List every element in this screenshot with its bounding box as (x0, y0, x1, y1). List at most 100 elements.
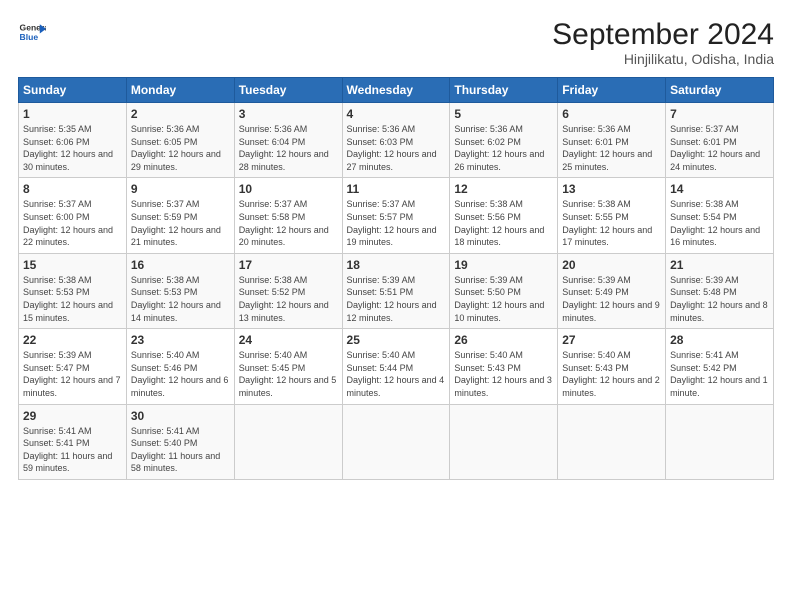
day-info: Sunrise: 5:38 AM Sunset: 5:53 PM Dayligh… (131, 274, 230, 324)
header-row: Sunday Monday Tuesday Wednesday Thursday… (19, 78, 774, 103)
calendar-day-cell: 28 Sunrise: 5:41 AM Sunset: 5:42 PM Dayli… (666, 329, 774, 404)
calendar-day-cell: 27Sunrise: 5:40 AM Sunset: 5:43 PM Dayli… (558, 329, 666, 404)
calendar-day-cell (234, 404, 342, 479)
calendar-week-row: 22Sunrise: 5:39 AM Sunset: 5:47 PM Dayli… (19, 329, 774, 404)
day-info: Sunrise: 5:37 AM Sunset: 6:00 PM Dayligh… (23, 198, 122, 248)
day-number: 29 (23, 409, 122, 423)
col-wednesday: Wednesday (342, 78, 450, 103)
day-info: Sunrise: 5:38 AM Sunset: 5:56 PM Dayligh… (454, 198, 553, 248)
calendar-day-cell: 29 Sunrise: 5:41 AM Sunset: 5:41 PM Dayli… (19, 404, 127, 479)
day-info: Sunrise: 5:36 AM Sunset: 6:01 PM Dayligh… (562, 123, 661, 173)
day-info: Sunrise: 5:41 AM Sunset: 5:40 PM Dayligh… (131, 425, 230, 475)
calendar-week-row: 1 Sunrise: 5:35 AM Sunset: 6:06 PM Daylig… (19, 103, 774, 178)
day-number: 11 (347, 182, 446, 196)
day-info: Sunrise: 5:36 AM Sunset: 6:04 PM Dayligh… (239, 123, 338, 173)
day-number: 23 (131, 333, 230, 347)
day-number: 20 (562, 258, 661, 272)
day-number: 16 (131, 258, 230, 272)
day-number: 10 (239, 182, 338, 196)
day-number: 1 (23, 107, 122, 121)
calendar-day-cell: 6 Sunrise: 5:36 AM Sunset: 6:01 PM Daylig… (558, 103, 666, 178)
calendar-day-cell: 7 Sunrise: 5:37 AM Sunset: 6:01 PM Daylig… (666, 103, 774, 178)
calendar-day-cell: 4Sunrise: 5:36 AM Sunset: 6:03 PM Daylig… (342, 103, 450, 178)
day-info: Sunrise: 5:39 AM Sunset: 5:48 PM Dayligh… (670, 274, 769, 324)
calendar-page: General Blue September 2024 Hinjilikatu,… (0, 0, 792, 490)
col-friday: Friday (558, 78, 666, 103)
day-info: Sunrise: 5:38 AM Sunset: 5:55 PM Dayligh… (562, 198, 661, 248)
day-number: 14 (670, 182, 769, 196)
day-info: Sunrise: 5:41 AM Sunset: 5:41 PM Dayligh… (23, 425, 122, 475)
day-number: 13 (562, 182, 661, 196)
day-info: Sunrise: 5:37 AM Sunset: 6:01 PM Dayligh… (670, 123, 769, 173)
day-number: 21 (670, 258, 769, 272)
col-monday: Monday (126, 78, 234, 103)
day-info: Sunrise: 5:41 AM Sunset: 5:42 PM Dayligh… (670, 349, 769, 399)
day-number: 3 (239, 107, 338, 121)
col-tuesday: Tuesday (234, 78, 342, 103)
title-block: September 2024 Hinjilikatu, Odisha, Indi… (552, 18, 774, 67)
day-number: 9 (131, 182, 230, 196)
logo-icon: General Blue (18, 18, 46, 46)
day-number: 12 (454, 182, 553, 196)
calendar-day-cell: 14 Sunrise: 5:38 AM Sunset: 5:54 PM Dayli… (666, 178, 774, 253)
calendar-day-cell: 26 Sunrise: 5:40 AM Sunset: 5:43 PM Dayli… (450, 329, 558, 404)
calendar-day-cell: 20Sunrise: 5:39 AM Sunset: 5:49 PM Dayli… (558, 253, 666, 328)
calendar-day-cell: 12 Sunrise: 5:38 AM Sunset: 5:56 PM Dayli… (450, 178, 558, 253)
day-number: 28 (670, 333, 769, 347)
day-info: Sunrise: 5:39 AM Sunset: 5:51 PM Dayligh… (347, 274, 446, 324)
calendar-table: Sunday Monday Tuesday Wednesday Thursday… (18, 77, 774, 480)
calendar-day-cell: 10 Sunrise: 5:37 AM Sunset: 5:58 PM Dayli… (234, 178, 342, 253)
day-info: Sunrise: 5:37 AM Sunset: 5:58 PM Dayligh… (239, 198, 338, 248)
day-number: 7 (670, 107, 769, 121)
day-number: 19 (454, 258, 553, 272)
day-info: Sunrise: 5:38 AM Sunset: 5:54 PM Dayligh… (670, 198, 769, 248)
day-number: 17 (239, 258, 338, 272)
day-number: 25 (347, 333, 446, 347)
day-info: Sunrise: 5:36 AM Sunset: 6:02 PM Dayligh… (454, 123, 553, 173)
calendar-day-cell (666, 404, 774, 479)
location-subtitle: Hinjilikatu, Odisha, India (552, 51, 774, 67)
calendar-day-cell: 22Sunrise: 5:39 AM Sunset: 5:47 PM Dayli… (19, 329, 127, 404)
calendar-day-cell: 25 Sunrise: 5:40 AM Sunset: 5:44 PM Dayli… (342, 329, 450, 404)
day-info: Sunrise: 5:35 AM Sunset: 6:06 PM Dayligh… (23, 123, 122, 173)
calendar-week-row: 8 Sunrise: 5:37 AM Sunset: 6:00 PM Daylig… (19, 178, 774, 253)
calendar-day-cell: 23 Sunrise: 5:40 AM Sunset: 5:46 PM Dayli… (126, 329, 234, 404)
day-number: 15 (23, 258, 122, 272)
day-number: 6 (562, 107, 661, 121)
calendar-week-row: 29 Sunrise: 5:41 AM Sunset: 5:41 PM Dayli… (19, 404, 774, 479)
calendar-day-cell (450, 404, 558, 479)
calendar-day-cell: 21 Sunrise: 5:39 AM Sunset: 5:48 PM Dayli… (666, 253, 774, 328)
day-number: 24 (239, 333, 338, 347)
day-info: Sunrise: 5:37 AM Sunset: 5:59 PM Dayligh… (131, 198, 230, 248)
logo: General Blue (18, 18, 46, 46)
calendar-day-cell: 16 Sunrise: 5:38 AM Sunset: 5:53 PM Dayli… (126, 253, 234, 328)
svg-text:Blue: Blue (20, 32, 39, 42)
day-info: Sunrise: 5:39 AM Sunset: 5:50 PM Dayligh… (454, 274, 553, 324)
day-number: 8 (23, 182, 122, 196)
calendar-day-cell (342, 404, 450, 479)
day-number: 26 (454, 333, 553, 347)
col-sunday: Sunday (19, 78, 127, 103)
day-info: Sunrise: 5:40 AM Sunset: 5:44 PM Dayligh… (347, 349, 446, 399)
calendar-day-cell: 9 Sunrise: 5:37 AM Sunset: 5:59 PM Daylig… (126, 178, 234, 253)
day-info: Sunrise: 5:40 AM Sunset: 5:43 PM Dayligh… (562, 349, 661, 399)
calendar-day-cell: 3 Sunrise: 5:36 AM Sunset: 6:04 PM Daylig… (234, 103, 342, 178)
day-info: Sunrise: 5:36 AM Sunset: 6:05 PM Dayligh… (131, 123, 230, 173)
day-info: Sunrise: 5:40 AM Sunset: 5:43 PM Dayligh… (454, 349, 553, 399)
day-info: Sunrise: 5:37 AM Sunset: 5:57 PM Dayligh… (347, 198, 446, 248)
calendar-day-cell: 8 Sunrise: 5:37 AM Sunset: 6:00 PM Daylig… (19, 178, 127, 253)
day-info: Sunrise: 5:39 AM Sunset: 5:47 PM Dayligh… (23, 349, 122, 399)
day-number: 5 (454, 107, 553, 121)
day-info: Sunrise: 5:40 AM Sunset: 5:46 PM Dayligh… (131, 349, 230, 399)
calendar-day-cell: 5 Sunrise: 5:36 AM Sunset: 6:02 PM Daylig… (450, 103, 558, 178)
calendar-day-cell: 24Sunrise: 5:40 AM Sunset: 5:45 PM Dayli… (234, 329, 342, 404)
month-title: September 2024 (552, 18, 774, 51)
calendar-day-cell: 17Sunrise: 5:38 AM Sunset: 5:52 PM Dayli… (234, 253, 342, 328)
calendar-day-cell: 11 Sunrise: 5:37 AM Sunset: 5:57 PM Dayli… (342, 178, 450, 253)
day-info: Sunrise: 5:38 AM Sunset: 5:53 PM Dayligh… (23, 274, 122, 324)
header: General Blue September 2024 Hinjilikatu,… (18, 18, 774, 67)
col-thursday: Thursday (450, 78, 558, 103)
calendar-day-cell: 1 Sunrise: 5:35 AM Sunset: 6:06 PM Daylig… (19, 103, 127, 178)
calendar-day-cell: 18Sunrise: 5:39 AM Sunset: 5:51 PM Dayli… (342, 253, 450, 328)
calendar-day-cell (558, 404, 666, 479)
